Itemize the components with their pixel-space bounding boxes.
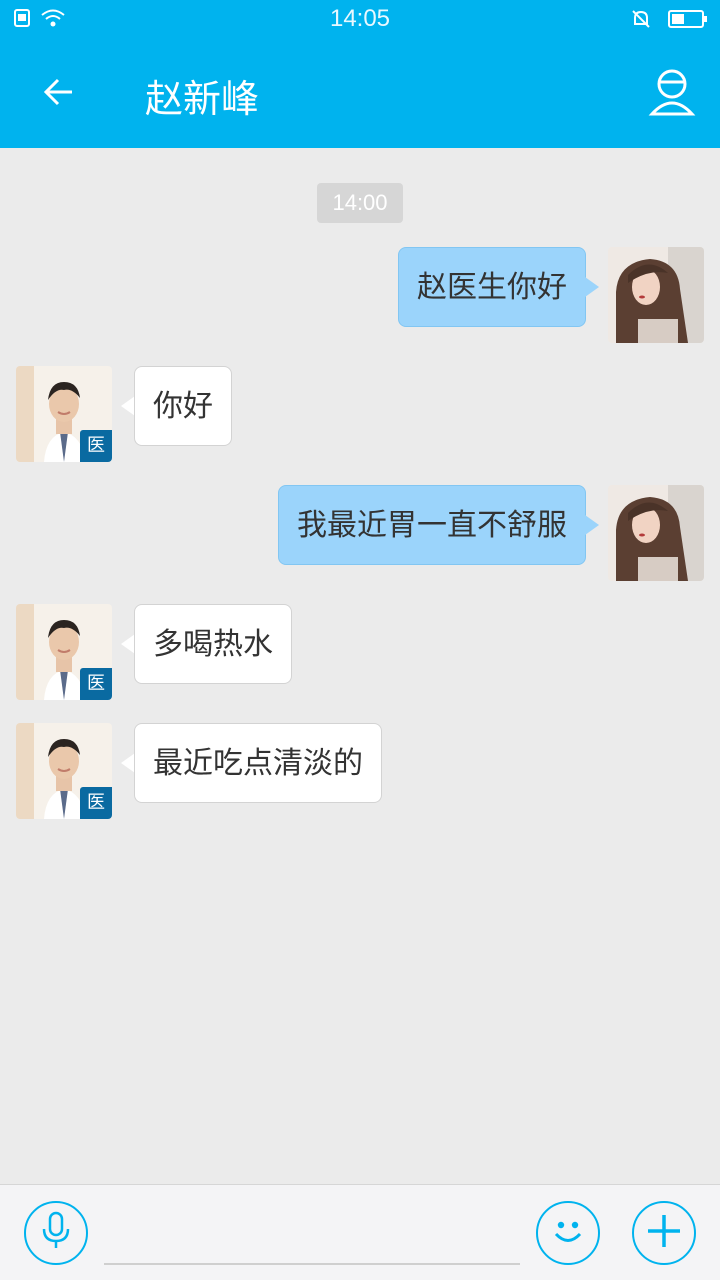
bubble-tail [585,515,599,535]
mic-icon [39,1211,73,1255]
chat-header: 赵新峰 [0,40,720,148]
message-bubble[interactable]: 赵医生你好 [398,247,586,327]
avatar[interactable] [608,485,704,581]
doctor-badge: 医 [80,668,112,700]
avatar[interactable] [608,247,704,343]
bubble-tail [121,753,135,773]
message-row: 医 你好 [0,366,720,462]
avatar[interactable]: 医 [16,604,112,700]
status-time: 14:05 [329,5,391,32]
user-icon [642,69,702,126]
chat-area[interactable]: 14:00 赵医生你好 医 你好 我最近胃一直不舒服 医 多喝热水 医 最近吃点… [0,148,720,1184]
message-bubble[interactable]: 多喝热水 [134,604,292,684]
message-input[interactable] [104,1263,520,1265]
arrow-left-icon [38,72,78,116]
status-bar: 14:05 [0,0,720,40]
message-bubble[interactable]: 最近吃点清淡的 [134,723,382,803]
message-row: 我最近胃一直不舒服 [0,485,720,581]
voice-button[interactable] [24,1201,88,1265]
profile-button[interactable] [642,62,702,122]
avatar[interactable]: 医 [16,366,112,462]
message-row: 医 多喝热水 [0,604,720,700]
doctor-badge: 医 [80,787,112,819]
plus-icon [644,1211,684,1255]
status-right [630,8,708,34]
back-button[interactable] [30,66,86,122]
bubble-tail [121,634,135,654]
chat-title: 赵新峰 [145,77,260,121]
battery-icon [668,9,708,33]
input-bar [0,1184,720,1280]
doctor-badge: 医 [80,430,112,462]
avatar[interactable]: 医 [16,723,112,819]
message-row: 医 最近吃点清淡的 [0,723,720,819]
more-button[interactable] [632,1201,696,1265]
bell-muted-icon [630,8,652,34]
message-bubble[interactable]: 我最近胃一直不舒服 [278,485,586,565]
smiley-icon [548,1211,588,1255]
chat-timestamp: 14:00 [317,183,403,223]
message-row: 赵医生你好 [0,247,720,343]
bubble-tail [121,396,135,416]
bubble-tail [585,277,599,297]
message-bubble[interactable]: 你好 [134,366,232,446]
emoji-button[interactable] [536,1201,600,1265]
